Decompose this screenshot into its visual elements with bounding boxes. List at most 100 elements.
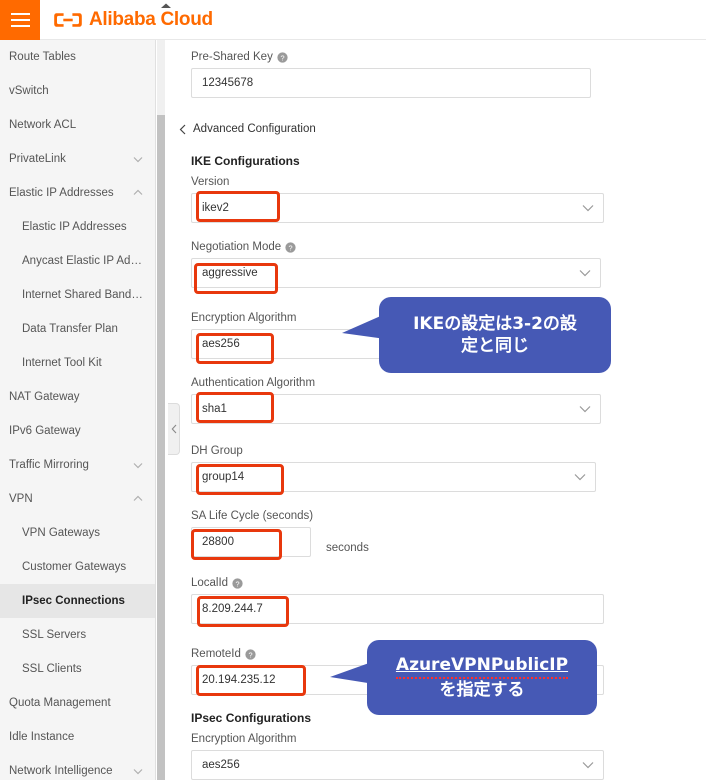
sidebar-item-label: Traffic Mirroring: [9, 459, 89, 471]
sidebar-item-quota-management[interactable]: Quota Management: [0, 686, 156, 720]
sidebar-item-label: Elastic IP Addresses: [9, 187, 114, 199]
scroll-up-arrow-icon[interactable]: [160, 2, 172, 10]
svg-text:?: ?: [280, 53, 284, 62]
sidebar-item-label: SSL Servers: [22, 629, 87, 641]
help-icon[interactable]: ?: [277, 51, 288, 63]
sidebar-item-vswitch[interactable]: vSwitch: [0, 74, 156, 108]
ike-version-label: Version: [191, 176, 230, 188]
help-icon[interactable]: ?: [245, 648, 256, 660]
chevron-down-icon: [574, 474, 586, 481]
sidebar-item-label: Anycast Elastic IP Addresses: [22, 255, 144, 267]
hamburger-menu-icon[interactable]: [0, 0, 40, 40]
dh-group-field: DH Group group14: [191, 445, 596, 492]
sidebar-item-customer-gateways[interactable]: Customer Gateways: [0, 550, 156, 584]
sa-life-cycle-input[interactable]: 28800: [191, 527, 311, 557]
ike-version-select[interactable]: ikev2: [191, 193, 604, 223]
ipsec-configurations-heading: IPsec Configurations: [191, 711, 312, 725]
sidebar-item-ssl-clients[interactable]: SSL Clients: [0, 652, 156, 686]
chevron-left-icon: [179, 124, 186, 134]
sidebar-item-vpn[interactable]: VPN: [0, 482, 156, 516]
sidebar-item-route-tables[interactable]: Route Tables: [0, 40, 156, 74]
chevron-down-icon: [579, 406, 591, 413]
sidebar-item-anycast-elastic-ip-addresses[interactable]: Anycast Elastic IP Addresses: [0, 244, 156, 278]
sidebar-item-label: Route Tables: [9, 51, 76, 63]
sidebar-item-label: IPsec Connections: [22, 595, 125, 607]
ike-authentication-algorithm-field: Authentication Algorithm sha1: [191, 377, 601, 424]
sidebar-collapse-handle[interactable]: [168, 403, 180, 455]
callout-ike-settings: IKEの設定は3-2の設 定と同じ: [379, 297, 611, 373]
sidebar-item-label: VPN: [9, 493, 33, 505]
sidebar-item-label: Idle Instance: [9, 731, 75, 743]
svg-text:?: ?: [248, 650, 252, 659]
svg-text:?: ?: [289, 243, 293, 252]
brand-name: Alibaba Cloud: [89, 8, 213, 30]
sidebar-item-network-intelligence[interactable]: Network Intelligence: [0, 754, 156, 780]
chevron-down-icon: [133, 157, 143, 163]
sa-life-cycle-label: SA Life Cycle (seconds): [191, 510, 314, 522]
sidebar-item-internet-tool-kit[interactable]: Internet Tool Kit: [0, 346, 156, 380]
sidebar-item-label: PrivateLink: [9, 153, 66, 165]
ipsec-encryption-algorithm-label: Encryption Algorithm: [191, 733, 297, 745]
negotiation-mode-label: Negotiation Mode ?: [191, 241, 601, 253]
sidebar-item-label: vSwitch: [9, 85, 49, 97]
sidebar-item-label: Network ACL: [9, 119, 77, 131]
dh-group-label: DH Group: [191, 445, 243, 457]
sidebar-scrollbar-thumb[interactable]: [157, 115, 165, 780]
brand-logo-group[interactable]: Alibaba Cloud: [54, 9, 213, 31]
sidebar-item-label: Data Transfer Plan: [22, 323, 118, 335]
sidebar-item-label: Internet Shared Bandwidth: [22, 289, 144, 301]
local-id-field: LocalId ? 8.209.244.7: [191, 577, 604, 624]
sa-life-cycle-field: SA Life Cycle (seconds) 28800: [191, 510, 314, 557]
help-icon[interactable]: ?: [232, 577, 243, 589]
chevron-up-icon: [133, 495, 143, 501]
chevron-down-icon: [133, 463, 143, 469]
sidebar-item-elastic-ip-addresses[interactable]: Elastic IP Addresses: [0, 210, 156, 244]
advanced-configuration-link[interactable]: Advanced Configuration: [179, 123, 316, 135]
sidebar-item-label: NAT Gateway: [9, 391, 80, 403]
pre-shared-key-field: Pre-Shared Key ? 12345678: [191, 51, 591, 98]
sidebar-item-elastic-ip-addresses[interactable]: Elastic IP Addresses: [0, 176, 156, 210]
sidebar-item-label: SSL Clients: [22, 663, 82, 675]
ipsec-encryption-algorithm-select[interactable]: aes256: [191, 750, 604, 780]
ike-configurations-heading: IKE Configurations: [191, 154, 300, 168]
callout-azure-vpn-public-ip: AzureVPNPublicIP を指定する: [367, 640, 597, 715]
sa-life-cycle-unit: seconds: [326, 542, 369, 554]
ike-version-field: Version ikev2: [191, 176, 604, 223]
sidebar-item-privatelink[interactable]: PrivateLink: [0, 142, 156, 176]
local-id-input[interactable]: 8.209.244.7: [191, 594, 604, 624]
pre-shared-key-input[interactable]: 12345678: [191, 68, 591, 98]
alibaba-cloud-logo-icon: [54, 12, 82, 27]
sidebar-item-vpn-gateways[interactable]: VPN Gateways: [0, 516, 156, 550]
sidebar-item-label: IPv6 Gateway: [9, 425, 81, 437]
sidebar-item-label: Customer Gateways: [22, 561, 127, 573]
sidebar-item-ssl-servers[interactable]: SSL Servers: [0, 618, 156, 652]
sidebar-item-ipsec-connections[interactable]: IPsec Connections: [0, 584, 156, 618]
chevron-up-icon: [133, 189, 143, 195]
sidebar-item-nat-gateway[interactable]: NAT Gateway: [0, 380, 156, 414]
sidebar-item-ipv6-gateway[interactable]: IPv6 Gateway: [0, 414, 156, 448]
ike-authentication-algorithm-select[interactable]: sha1: [191, 394, 601, 424]
sidebar-item-data-transfer-plan[interactable]: Data Transfer Plan: [0, 312, 156, 346]
svg-text:?: ?: [236, 579, 240, 588]
dh-group-select[interactable]: group14: [191, 462, 596, 492]
local-id-label: LocalId ?: [191, 577, 604, 589]
top-header-bar: Alibaba Cloud: [0, 0, 706, 40]
sidebar-item-traffic-mirroring[interactable]: Traffic Mirroring: [0, 448, 156, 482]
sidebar-item-idle-instance[interactable]: Idle Instance: [0, 720, 156, 754]
sidebar-item-label: Elastic IP Addresses: [22, 221, 127, 233]
chevron-down-icon: [133, 769, 143, 775]
sidebar-item-label: Quota Management: [9, 697, 111, 709]
help-icon[interactable]: ?: [285, 241, 296, 253]
sidebar-item-network-acl[interactable]: Network ACL: [0, 108, 156, 142]
chevron-down-icon: [582, 762, 594, 769]
negotiation-mode-select[interactable]: aggressive: [191, 258, 601, 288]
chevron-left-icon: [171, 424, 176, 434]
sidebar-item-internet-shared-bandwidth[interactable]: Internet Shared Bandwidth: [0, 278, 156, 312]
sidebar-item-label: Network Intelligence: [9, 765, 113, 777]
ike-authentication-algorithm-label: Authentication Algorithm: [191, 377, 316, 389]
left-navigation-sidebar[interactable]: Route Tables vSwitch Network ACL PrivateLin…: [0, 40, 156, 780]
sidebar-item-label: VPN Gateways: [22, 527, 100, 539]
chevron-down-icon: [582, 205, 594, 212]
sidebar-divider: [155, 40, 156, 780]
sidebar-item-label: Internet Tool Kit: [22, 357, 102, 369]
